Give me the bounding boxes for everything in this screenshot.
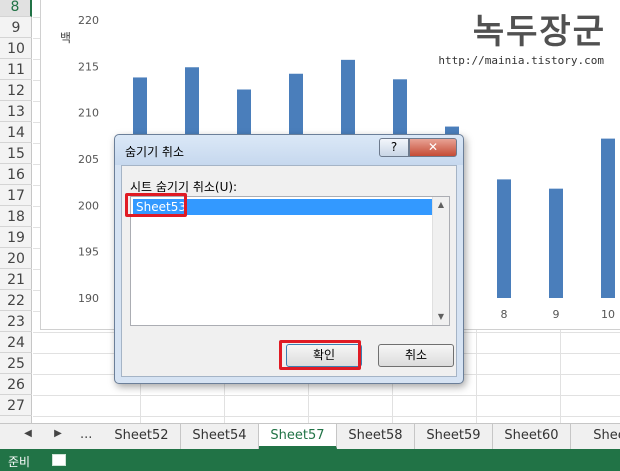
row-header-21[interactable]: 21	[0, 270, 32, 290]
help-button[interactable]: ?	[379, 138, 409, 157]
y-tick-label: 205	[78, 153, 99, 166]
bar-10	[601, 138, 615, 298]
x-tick-label: 10	[601, 308, 615, 321]
status-bar: 준비	[0, 449, 620, 471]
row-header-19[interactable]: 19	[0, 228, 32, 248]
gridline	[33, 416, 620, 417]
status-ready: 준비	[8, 455, 31, 469]
row-header-27[interactable]: 27	[0, 396, 32, 416]
row-header-13[interactable]: 13	[0, 102, 32, 122]
sheet-tab-sheet60[interactable]: Sheet60	[493, 424, 571, 449]
scroll-up-icon[interactable]: ▲	[433, 197, 449, 213]
y-tick-label: 210	[78, 107, 99, 120]
x-tick-label: 9	[553, 308, 560, 321]
y-tick-label: 190	[78, 292, 99, 305]
bar-8	[497, 179, 511, 298]
row-header-9[interactable]: 9	[0, 18, 32, 38]
y-axis-label: 백	[60, 31, 71, 45]
watermark-url: http://mainia.tistory.com	[438, 54, 604, 67]
row-header-14[interactable]: 14	[0, 123, 32, 143]
close-button[interactable]: ✕	[409, 138, 457, 157]
prev-sheet-icon[interactable]: ◀	[20, 428, 36, 439]
sheet-tab-sheet52[interactable]: Sheet52	[103, 424, 181, 449]
sheet-tab-sheet59[interactable]: Sheet59	[415, 424, 493, 449]
macro-record-icon[interactable]	[52, 454, 66, 466]
listbox-scrollbar[interactable]: ▲ ▼	[432, 197, 449, 325]
cancel-button[interactable]: 취소	[378, 344, 454, 367]
row-header-11[interactable]: 11	[0, 60, 32, 80]
dialog-title: 숨기기 취소	[125, 145, 185, 159]
y-tick-label: 220	[78, 14, 99, 27]
y-tick-label: 200	[78, 199, 99, 212]
unhide-dialog: 숨기기 취소 ? ✕ 시트 숨기기 취소(U): Sheet53 ▲ ▼ 확인 …	[114, 134, 464, 384]
row-header-18[interactable]: 18	[0, 207, 32, 227]
row-header-23[interactable]: 23	[0, 312, 32, 332]
row-header-15[interactable]: 15	[0, 144, 32, 164]
y-tick-label: 195	[78, 246, 99, 259]
watermark-logo: 녹두장군	[472, 12, 606, 52]
row-header-8[interactable]: 8	[0, 0, 32, 17]
row-header-17[interactable]: 17	[0, 186, 32, 206]
next-sheet-icon[interactable]: ▶	[50, 428, 66, 439]
highlight-box-sheet53	[125, 193, 187, 217]
row-header-24[interactable]: 24	[0, 333, 32, 353]
highlight-box-ok	[279, 340, 361, 370]
row-header-16[interactable]: 16	[0, 165, 32, 185]
row-header-25[interactable]: 25	[0, 354, 32, 374]
row-header-22[interactable]: 22	[0, 291, 32, 311]
dialog-titlebar[interactable]: 숨기기 취소 ? ✕	[115, 135, 463, 165]
row-headers: 8 9 10 11 12 13 14 15 16 17 18 19 20 21 22 23 24 25 26 27	[0, 0, 32, 423]
row-header-26[interactable]: 26	[0, 375, 32, 395]
more-sheets-button[interactable]: ...	[80, 427, 92, 442]
row-header-20[interactable]: 20	[0, 249, 32, 269]
row-header-12[interactable]: 12	[0, 81, 32, 101]
sheet-tab-sheet58[interactable]: Sheet58	[337, 424, 415, 449]
sheet-tab-sheet57[interactable]: Sheet57	[259, 424, 337, 449]
row-header-10[interactable]: 10	[0, 39, 32, 59]
sheet-tab-sheet54[interactable]: Sheet54	[181, 424, 259, 449]
sheet-tab-shee[interactable]: Shee	[571, 424, 620, 449]
y-tick-label: 215	[78, 60, 99, 73]
x-tick-label: 8	[501, 308, 508, 321]
sheet-tab-bar: ◀ ▶ ... Sheet52 Sheet54 Sheet57 Sheet58 Shee…	[0, 423, 620, 449]
gridline	[33, 395, 620, 396]
bar-9	[549, 188, 563, 298]
scroll-down-icon[interactable]: ▼	[433, 309, 449, 325]
